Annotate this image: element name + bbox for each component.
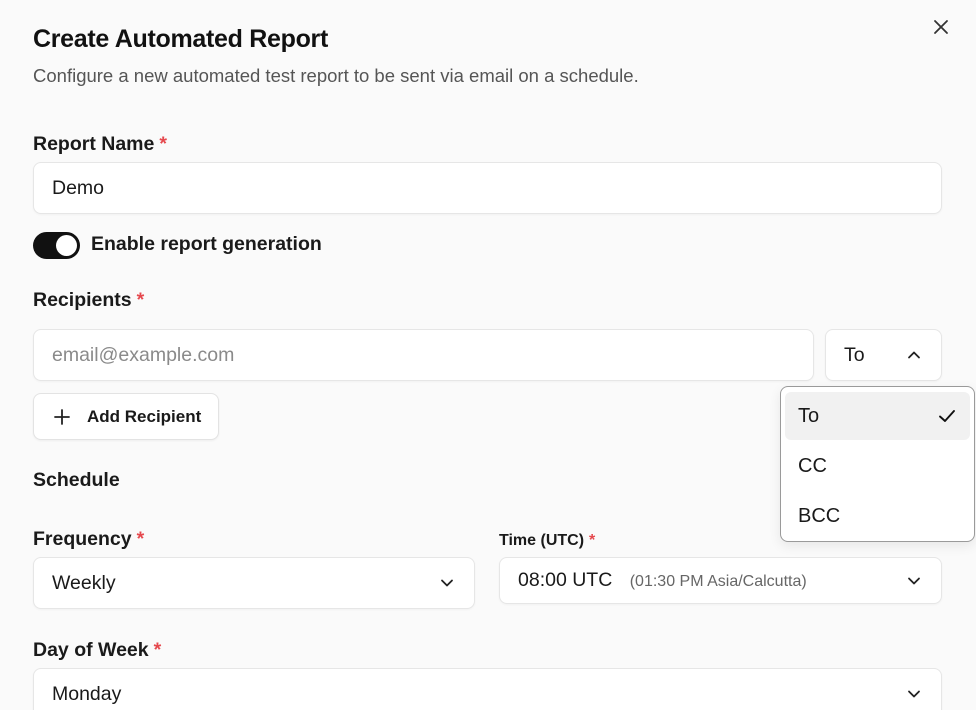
recipient-email-input[interactable] [52,343,795,367]
frequency-select[interactable]: Weekly [33,557,475,609]
time-value: 08:00 UTC [518,569,613,591]
day-of-week-select[interactable]: Monday [33,668,942,710]
recipients-label: Recipients * [33,289,145,311]
recipient-email-field[interactable] [33,329,814,381]
menu-option-label: To [798,404,820,427]
menu-option-cc[interactable]: CC [785,442,970,490]
dialog-subtitle: Configure a new automated test report to… [33,65,639,86]
close-icon [934,20,948,34]
chevron-down-icon [905,685,923,703]
toggle-knob [56,235,77,256]
report-name-field[interactable] [33,162,942,214]
close-button[interactable] [929,15,953,39]
enable-report-label: Enable report generation [91,233,322,255]
time-select[interactable]: 08:00 UTC (01:30 PM Asia/Calcutta) [499,557,942,604]
add-recipient-button[interactable]: Add Recipient [33,393,219,440]
chevron-down-icon [905,572,923,590]
frequency-value: Weekly [52,571,116,594]
schedule-section-title: Schedule [33,469,120,491]
required-mark: * [589,532,596,549]
dialog-title: Create Automated Report [33,25,328,53]
day-of-week-label: Day of Week * [33,639,162,661]
time-local-hint: (01:30 PM Asia/Calcutta) [629,573,807,590]
plus-icon [53,407,73,427]
time-label: Time (UTC) * [499,532,596,549]
day-of-week-value: Monday [52,682,122,705]
time-value-group: 08:00 UTC (01:30 PM Asia/Calcutta) [518,569,905,592]
required-mark: * [136,289,145,311]
create-report-dialog: Create Automated Report Configure a new … [0,0,976,710]
report-name-input[interactable] [52,176,923,200]
menu-option-to[interactable]: To [785,392,970,440]
required-mark: * [136,528,145,550]
required-mark: * [153,639,162,661]
frequency-label: Frequency * [33,528,145,550]
chevron-up-icon [905,346,923,364]
check-icon [939,410,955,422]
recipient-type-value: To [844,343,865,366]
enable-report-toggle[interactable] [33,232,80,259]
menu-option-bcc[interactable]: BCC [785,492,970,540]
menu-option-label: CC [798,454,827,477]
recipient-type-menu: To CC BCC [780,386,975,542]
recipient-type-select[interactable]: To [825,329,942,381]
report-name-label: Report Name * [33,133,167,155]
chevron-down-icon [438,574,456,592]
menu-option-label: BCC [798,504,841,527]
required-mark: * [159,133,167,155]
add-recipient-label: Add Recipient [87,406,202,426]
